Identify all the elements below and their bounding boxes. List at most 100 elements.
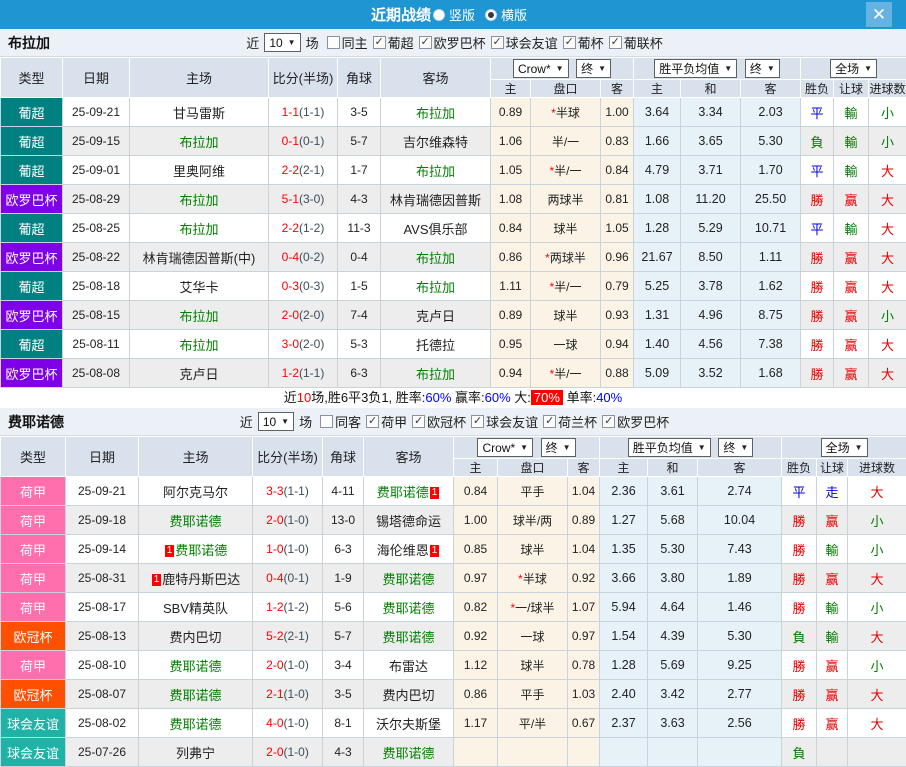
goals-cell: 大: [869, 156, 906, 185]
avg-type-select[interactable]: 胜平负均值▼: [654, 59, 737, 78]
team-link: 布拉加: [179, 309, 218, 324]
avg-draw-cell: 4.64: [648, 593, 698, 622]
home-odds-cell: 0.82: [454, 593, 498, 622]
handicap-cell: 球半: [531, 214, 601, 243]
league-checkbox[interactable]: ✓: [366, 415, 379, 428]
recent-count-select[interactable]: 10 ▼: [264, 33, 300, 52]
goals-cell: 大: [848, 622, 906, 651]
handicap-result-cell: 赢: [834, 272, 869, 301]
avg-draw-cell: 5.30: [648, 535, 698, 564]
league-cell: 荷甲: [1, 593, 66, 622]
result-cell: 負: [782, 738, 817, 767]
avg-home-cell: 1.66: [634, 127, 681, 156]
team-link: 布雷达: [389, 659, 428, 674]
scope-select[interactable]: 全场▼: [830, 59, 877, 78]
avg-type-select[interactable]: 胜平负均值▼: [628, 438, 711, 457]
chevron-down-icon: ▼: [855, 443, 863, 452]
close-button[interactable]: ✕: [866, 2, 892, 27]
score-cell: 2-0(1-0): [253, 738, 323, 767]
team-link: SBV精英队: [163, 601, 228, 616]
handicap-result-cell: 赢: [817, 709, 848, 738]
radio-selected-icon: [485, 9, 497, 21]
check-icon: ✓: [545, 416, 554, 427]
team-link: 费耶诺德: [169, 514, 221, 529]
league-checkbox[interactable]: ✓: [543, 415, 556, 428]
team-name: 费耶诺德: [8, 412, 64, 432]
league-cell: 欧冠杯: [1, 680, 66, 709]
home-odds-cell: 0.92: [454, 622, 498, 651]
avg-draw-cell: 3.65: [681, 127, 741, 156]
away-team-cell: 克卢日: [381, 301, 491, 330]
league-checkbox[interactable]: ✓: [419, 36, 432, 49]
team-link: 海伦维恩: [377, 543, 429, 558]
avg-away-cell: 2.77: [698, 680, 782, 709]
league-checkbox[interactable]: ✓: [373, 36, 386, 49]
team-link: 费耶诺德: [377, 485, 429, 500]
score-cell: 5-1(3-0): [269, 185, 338, 214]
odds-provider-select[interactable]: Crow*▼: [513, 59, 569, 78]
away-team-cell: 布拉加: [381, 243, 491, 272]
league-checkbox[interactable]: ✓: [471, 415, 484, 428]
odds-final-select[interactable]: 终▼: [576, 59, 611, 78]
scope-header: 全场▼: [801, 58, 906, 80]
home-team-cell: 甘马雷斯: [130, 98, 269, 127]
layout-radio-horizontal[interactable]: 横版: [485, 5, 535, 24]
away-team-cell: AVS俱乐部: [381, 214, 491, 243]
avg-draw-cell: 3.71: [681, 156, 741, 185]
league-checkbox[interactable]: ✓: [491, 36, 504, 49]
corner-cell: 5-6: [323, 593, 364, 622]
home-odds-cell: 1.12: [454, 651, 498, 680]
handicap-cell: 球半: [531, 301, 601, 330]
avg-home-cell: 2.40: [600, 680, 648, 709]
corner-cell: 7-4: [338, 301, 381, 330]
result-cell: 平: [801, 98, 834, 127]
odds-final-select[interactable]: 终▼: [541, 438, 576, 457]
avg-home-cell: 5.94: [600, 593, 648, 622]
avg-home-cell: 1.27: [600, 506, 648, 535]
league-checkbox[interactable]: ✓: [412, 415, 425, 428]
team-link: 里奥阿维: [173, 164, 225, 179]
away-odds-cell: 0.81: [601, 185, 634, 214]
team-link: 费耶诺德: [169, 717, 221, 732]
handicap-result-cell: 赢: [834, 185, 869, 214]
away-odds-cell: 0.93: [601, 301, 634, 330]
home-odds-cell: 0.97: [454, 564, 498, 593]
same-away-checkbox[interactable]: [320, 415, 333, 428]
recent-count-select[interactable]: 10 ▼: [258, 412, 294, 431]
handicap-cell: [498, 738, 568, 767]
avg-away-cell: 1.89: [698, 564, 782, 593]
league-checkbox[interactable]: ✓: [609, 36, 622, 49]
avg-draw-cell: 3.78: [681, 272, 741, 301]
avg-header: 胜平负均值▼ 终▼: [600, 437, 782, 459]
avg-home-cell: 5.09: [634, 359, 681, 388]
handicap-result-cell: 輸: [834, 214, 869, 243]
same-home-checkbox[interactable]: [327, 36, 340, 49]
chevron-down-icon: ▼: [520, 443, 528, 452]
scope-select[interactable]: 全场▼: [821, 438, 868, 457]
team-link: 沃尔夫斯堡: [376, 717, 441, 732]
league-checkbox[interactable]: ✓: [563, 36, 576, 49]
handicap-cell: *半/一: [531, 359, 601, 388]
goals-cell: 小: [848, 651, 906, 680]
league-checkbox[interactable]: ✓: [602, 415, 615, 428]
col-goals: 进球数: [869, 80, 906, 98]
goals-cell: 大: [869, 185, 906, 214]
home-team-cell: 布拉加: [130, 185, 269, 214]
odds-provider-select[interactable]: Crow*▼: [477, 438, 533, 457]
chevron-down-icon: ▼: [598, 64, 606, 73]
radio-icon: [433, 9, 445, 21]
same-away-label: 同客: [335, 412, 361, 431]
result-cell: 負: [801, 127, 834, 156]
match-row: 葡超25-09-21甘马雷斯1-1(1-1)3-5布拉加0.89*半球1.003…: [1, 98, 906, 127]
home-team-cell: SBV精英队: [139, 593, 253, 622]
away-team-cell: 布拉加: [381, 98, 491, 127]
league-cell: 荷甲: [1, 651, 66, 680]
result-cell: 平: [782, 477, 817, 506]
layout-radio-vertical[interactable]: 竖版: [433, 5, 483, 24]
team-link: 布拉加: [179, 135, 218, 150]
avg-draw-cell: 5.69: [648, 651, 698, 680]
score-cell: 3-3(1-1): [253, 477, 323, 506]
avg-final-select[interactable]: 终▼: [718, 438, 753, 457]
avg-final-select[interactable]: 终▼: [745, 59, 780, 78]
league-cell: 球会友谊: [1, 738, 66, 767]
